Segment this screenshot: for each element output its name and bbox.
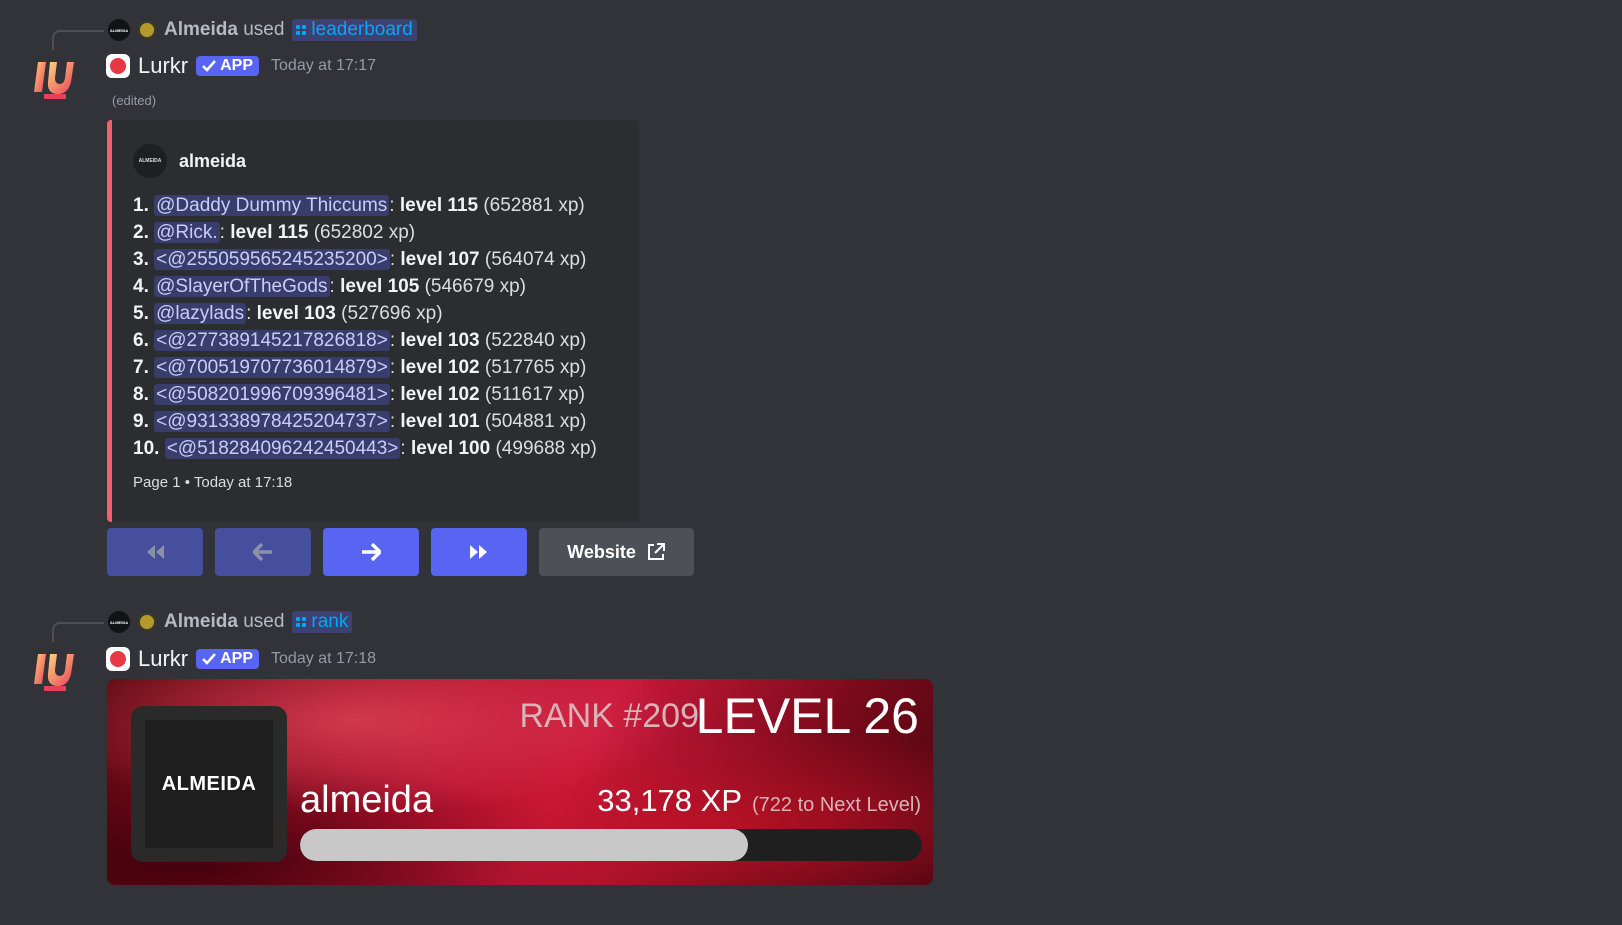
slash-command-icon — [296, 617, 307, 627]
rank-number: RANK #209 — [519, 697, 699, 735]
rank-card-username: almeida — [300, 779, 434, 821]
user-mention[interactable]: <@277389145217826818> — [154, 330, 390, 351]
first-page-button[interactable] — [107, 528, 203, 576]
list-item: 6. <@277389145217826818>: level 103 (522… — [133, 330, 587, 351]
user-mention[interactable]: <@700519707736014879> — [154, 357, 390, 378]
level-number: LEVEL 26 — [695, 688, 919, 744]
rank-card-avatar: ALMEIDA — [131, 706, 287, 862]
reply-used-text: used — [243, 611, 285, 632]
arrow-left-icon — [253, 543, 272, 561]
list-item: 3. <@255059565245235200>: level 107 (564… — [133, 249, 587, 270]
list-item: 5. @lazylads: level 103 (527696 xp) — [133, 303, 443, 324]
reply-context[interactable]: ALMEIDA Almeida used leaderboard — [108, 16, 417, 44]
bot-name[interactable]: Lurkr — [138, 53, 188, 79]
command-label: rank — [311, 611, 349, 632]
website-button[interactable]: Website — [539, 528, 694, 576]
double-arrow-right-icon — [470, 545, 487, 559]
xp-progress-bar — [300, 829, 922, 861]
previous-page-button[interactable] — [215, 528, 311, 576]
list-item: 10. <@518284096242450443>: level 100 (49… — [133, 438, 597, 459]
reply-avatar[interactable]: ALMEIDA — [108, 611, 130, 633]
app-tag: APP — [196, 649, 260, 669]
next-page-button[interactable] — [323, 528, 419, 576]
xp-total: 33,178 XP — [597, 783, 743, 818]
list-item: 9. <@931338978425204737>: level 101 (504… — [133, 411, 587, 432]
xp-readout: 33,178 XP (722 to Next Level) — [597, 783, 921, 819]
user-mention[interactable]: @Daddy Dummy Thiccums — [154, 195, 390, 216]
arrow-right-icon — [362, 543, 381, 561]
slash-command-icon — [296, 25, 307, 35]
reply-username[interactable]: Almeida — [164, 19, 238, 40]
check-icon — [202, 653, 217, 665]
reply-connector — [52, 622, 104, 642]
website-button-label: Website — [567, 541, 636, 562]
external-link-icon — [647, 543, 665, 560]
message-header: Lurkr APP Today at 17:18 — [106, 643, 376, 675]
user-mention[interactable]: <@518284096242450443> — [164, 438, 401, 459]
status-icon — [138, 613, 156, 631]
user-mention[interactable]: @SlayerOfTheGods — [154, 276, 330, 297]
lurkr-logo-icon — [34, 62, 74, 99]
last-page-button[interactable] — [431, 528, 527, 576]
reply-username[interactable]: Almeida — [164, 611, 238, 632]
list-item: 4. @SlayerOfTheGods: level 105 (546679 x… — [133, 276, 526, 297]
bot-name[interactable]: Lurkr — [138, 646, 188, 672]
leaderboard-embed: ALMEIDA almeida 1. @Daddy Dummy Thiccums… — [107, 120, 639, 522]
app-tag-label: APP — [220, 650, 254, 667]
command-label: leaderboard — [311, 19, 413, 40]
app-tag: APP — [196, 56, 260, 76]
leaderboard-list: 1. @Daddy Dummy Thiccums: level 115 (652… — [133, 192, 597, 462]
lurkr-logo-icon — [34, 654, 74, 691]
user-mention[interactable]: @Rick. — [154, 222, 220, 243]
bot-badge-icon — [106, 647, 130, 671]
bot-avatar[interactable] — [30, 56, 76, 102]
reply-avatar[interactable]: ALMEIDA — [108, 19, 130, 41]
timestamp[interactable]: Today at 17:17 — [271, 57, 376, 75]
pagination-buttons: Website — [107, 528, 694, 576]
status-icon — [138, 21, 156, 39]
reply-connector — [52, 30, 104, 50]
reply-context[interactable]: ALMEIDA Almeida used rank — [108, 608, 353, 636]
rank-card-avatar-text: ALMEIDA — [145, 720, 273, 848]
user-mention[interactable]: <@931338978425204737> — [154, 411, 390, 432]
list-item: 2. @Rick.: level 115 (652802 xp) — [133, 222, 416, 243]
user-mention[interactable]: @lazylads — [154, 303, 247, 324]
author-avatar: ALMEIDA — [133, 144, 167, 178]
double-arrow-left-icon — [147, 545, 164, 559]
command-rank[interactable]: rank — [292, 611, 353, 633]
rank-card-image[interactable]: ALMEIDA RANK #209 LEVEL 26 almeida 33,17… — [107, 679, 933, 885]
timestamp[interactable]: Today at 17:18 — [271, 650, 376, 668]
bot-badge-icon — [106, 54, 130, 78]
edited-label: (edited) — [112, 93, 157, 108]
xp-progress-fill — [300, 829, 748, 861]
list-item: 8. <@508201996709396481>: level 102 (511… — [133, 384, 585, 405]
message-header: Lurkr APP Today at 17:17 — [106, 50, 376, 82]
list-item: 7. <@700519707736014879>: level 102 (517… — [133, 357, 587, 378]
check-icon — [202, 60, 217, 72]
list-item: 1. @Daddy Dummy Thiccums: level 115 (652… — [133, 195, 585, 216]
reply-used-text: used — [243, 19, 285, 40]
app-tag-label: APP — [220, 57, 254, 74]
user-mention[interactable]: <@255059565245235200> — [154, 249, 390, 270]
bot-avatar[interactable] — [30, 648, 76, 694]
xp-to-next: (722 to Next Level) — [752, 794, 921, 816]
user-mention[interactable]: <@508201996709396481> — [154, 384, 390, 405]
embed-footer: Page 1 • Today at 17:18 — [133, 474, 293, 491]
command-leaderboard[interactable]: leaderboard — [292, 19, 417, 41]
embed-author: ALMEIDA almeida — [133, 144, 246, 178]
author-name: almeida — [179, 150, 247, 171]
